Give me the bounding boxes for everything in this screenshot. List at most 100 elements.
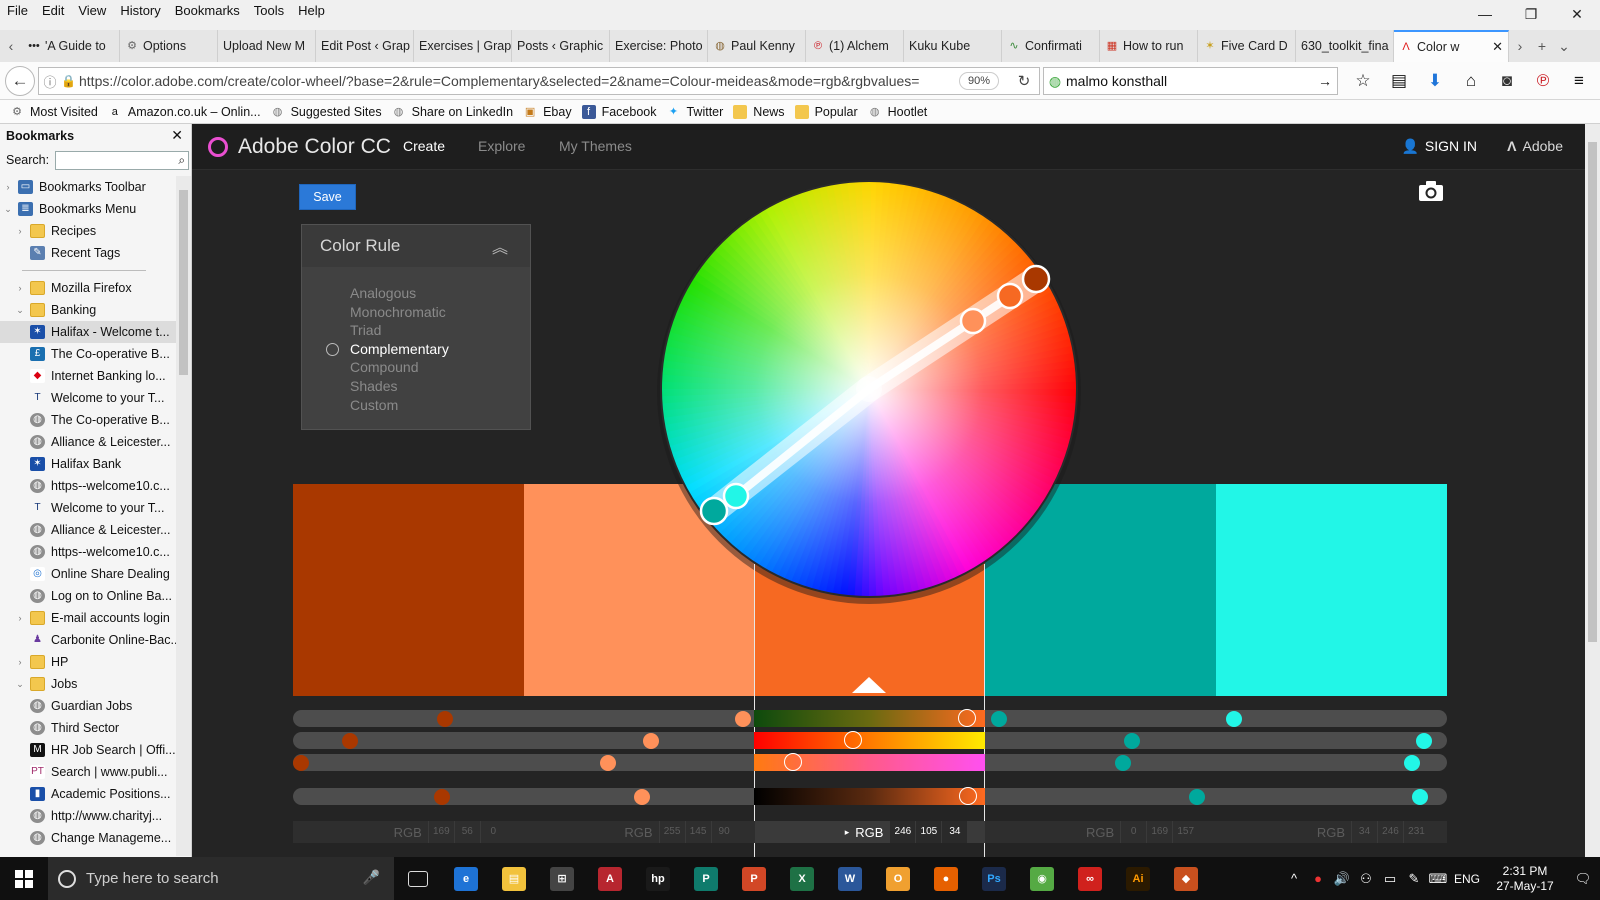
slider-knob[interactable]	[433, 788, 450, 805]
blue-value[interactable]: 34	[941, 821, 968, 843]
rgb-label[interactable]: RGB	[855, 825, 883, 840]
wheel-handle-5[interactable]	[722, 482, 750, 510]
red-value[interactable]: 0	[1120, 821, 1146, 843]
tab-13[interactable]: 630_toolkit_fina	[1296, 30, 1394, 62]
tree-item[interactable]: ◍ https--welcome10.c...	[0, 475, 176, 497]
hamburger-menu-icon[interactable]: ≡	[1561, 71, 1597, 91]
tree-item[interactable]: ◍ Log on to Online Ba...	[0, 585, 176, 607]
red-value[interactable]: 34	[1350, 821, 1377, 843]
microphone-icon[interactable]: 🎤	[363, 869, 380, 886]
menu-history[interactable]: History	[113, 0, 167, 22]
slider-knob[interactable]	[783, 753, 802, 771]
slider-knob[interactable]	[1123, 732, 1140, 749]
bookmark-6[interactable]: ✦ Twitter	[666, 105, 723, 119]
tab-scroll-right-button[interactable]: ›	[1509, 30, 1531, 62]
blue-value[interactable]: 157	[1172, 821, 1198, 843]
tree-item[interactable]: › HP	[0, 651, 176, 673]
pinterest-icon[interactable]: ℗	[1525, 71, 1561, 91]
hp-icon[interactable]: hp	[634, 857, 682, 900]
excel-icon[interactable]: X	[778, 857, 826, 900]
bookmark-4[interactable]: ▣ Ebay	[523, 105, 572, 119]
tree-item[interactable]: £ The Co-operative B...	[0, 343, 176, 365]
tree-item[interactable]: ◍ https--welcome10.c...	[0, 541, 176, 563]
access-icon[interactable]: A	[586, 857, 634, 900]
red-value[interactable]: 169	[427, 821, 454, 843]
tree-item[interactable]: T Welcome to your T...	[0, 387, 176, 409]
close-tab-icon[interactable]: ✕	[1492, 39, 1503, 55]
start-button[interactable]	[0, 857, 48, 900]
clock[interactable]: 2:31 PM 27-May-17	[1484, 864, 1566, 894]
rule-shades[interactable]: Shades	[302, 378, 530, 397]
scrollbar-thumb[interactable]	[179, 190, 188, 375]
rgb-label[interactable]: RGB	[1086, 825, 1114, 840]
wheel-handle-2[interactable]	[959, 307, 987, 335]
tree-item[interactable]: ◍ Third Sector	[0, 717, 176, 739]
bookmark-7[interactable]: ▬ News	[733, 104, 785, 119]
tree-item[interactable]: PT Search | www.publi...	[0, 761, 176, 783]
menu-view[interactable]: View	[71, 0, 113, 22]
tree-item[interactable]: ◍ http://www.charityj...	[0, 805, 176, 827]
star-icon[interactable]: ☆	[1345, 71, 1381, 91]
wheel-handle-3[interactable]	[996, 282, 1024, 310]
green-value[interactable]: 105	[915, 821, 942, 843]
wheel-handle-1[interactable]	[1021, 264, 1051, 294]
red-value[interactable]: 246	[889, 821, 916, 843]
language-indicator[interactable]: ENG	[1450, 872, 1484, 886]
tree-item[interactable]: ◍ Guardian Jobs	[0, 695, 176, 717]
slider-knob[interactable]	[1114, 754, 1131, 771]
search-go-icon[interactable]: →	[1313, 73, 1337, 89]
chevron-up-icon[interactable]: ^	[1282, 871, 1306, 886]
color-rule-header[interactable]: Color Rule ︽	[302, 225, 530, 267]
tab-0[interactable]: ••• 'A Guide to	[22, 30, 120, 62]
powerpoint-icon[interactable]: P	[730, 857, 778, 900]
green-value[interactable]: 169	[1146, 821, 1172, 843]
close-icon[interactable]: ✕	[171, 127, 183, 144]
bookmark-1[interactable]: a Amazon.co.uk – Onlin...	[108, 105, 261, 119]
volume-icon[interactable]: 🔊	[1330, 871, 1354, 887]
caret-right-icon[interactable]: ▸	[845, 827, 850, 838]
tree-item[interactable]: ⌄ Jobs	[0, 673, 176, 695]
bookmark-8[interactable]: ▬ Popular	[794, 104, 858, 119]
brand-name[interactable]: Adobe Color CC	[238, 135, 391, 159]
nav-my-themes[interactable]: My Themes	[559, 138, 632, 154]
chevron-down-icon[interactable]: ⌄	[14, 305, 26, 316]
tree-item[interactable]: ⌄ ≣ Bookmarks Menu	[0, 198, 176, 220]
sidebar-scrollbar[interactable]	[176, 176, 191, 856]
chevron-right-icon[interactable]: ›	[14, 226, 26, 236]
slider-knob[interactable]	[735, 710, 752, 727]
slider-knob[interactable]	[957, 709, 976, 727]
rgb-label[interactable]: RGB	[624, 825, 652, 840]
slider-knob[interactable]	[991, 710, 1008, 727]
slider-knob[interactable]	[1415, 732, 1432, 749]
photoshop-icon[interactable]: Ps	[970, 857, 1018, 900]
tree-item[interactable]: ♟ Carbonite Online-Bac...	[0, 629, 176, 651]
rule-custom[interactable]: Custom	[302, 397, 530, 416]
taskbar-search[interactable]: Type here to search 🎤	[48, 857, 394, 900]
slider-knob[interactable]	[1188, 788, 1205, 805]
green-value[interactable]: 145	[684, 821, 711, 843]
mcafee-icon[interactable]: ●	[1306, 871, 1330, 886]
minimize-button[interactable]: —	[1462, 0, 1508, 28]
tab-8[interactable]: ℗ (1) Alchem	[806, 30, 904, 62]
slider-knob[interactable]	[341, 732, 358, 749]
page-scrollbar[interactable]	[1585, 124, 1600, 857]
tree-item[interactable]: M HR Job Search | Offi...	[0, 739, 176, 761]
slider-knob[interactable]	[633, 788, 650, 805]
bookmark-5[interactable]: f Facebook	[581, 104, 656, 119]
red-value[interactable]: 255	[658, 821, 685, 843]
creative-cloud-icon[interactable]: ∞	[1066, 857, 1114, 900]
rule-complementary[interactable]: Complementary	[302, 341, 530, 360]
tab-10[interactable]: ∿ Confirmati	[1002, 30, 1100, 62]
bookmark-3[interactable]: ◍ Share on LinkedIn	[392, 105, 513, 119]
url-bar[interactable]: ⓘ 🔒 https://color.adobe.com/create/color…	[38, 67, 1040, 95]
color-swatch-1[interactable]	[293, 484, 524, 696]
rgb-label[interactable]: RGB	[394, 825, 422, 840]
slider-knob[interactable]	[959, 787, 978, 805]
back-button[interactable]: ←	[5, 65, 35, 96]
blue-value[interactable]: 231	[1402, 821, 1429, 843]
color-swatch-5[interactable]	[1216, 484, 1447, 696]
chevron-right-icon[interactable]: ›	[2, 182, 14, 192]
tab-9[interactable]: Kuku Kube	[904, 30, 1002, 62]
word-icon[interactable]: W	[826, 857, 874, 900]
tab-12[interactable]: ✶ Five Card D	[1198, 30, 1296, 62]
